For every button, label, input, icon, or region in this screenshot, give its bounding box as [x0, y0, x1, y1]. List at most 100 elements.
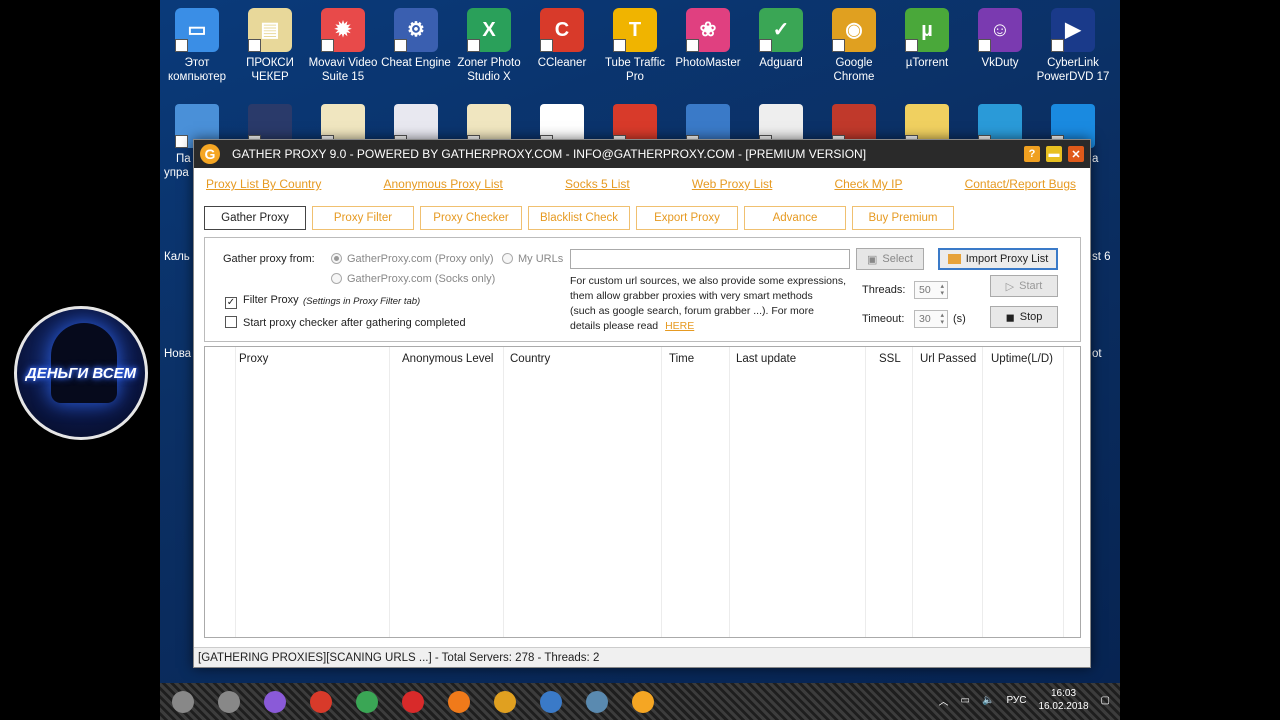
- desktop-icon[interactable]: ☺ VkDuty: [963, 8, 1037, 70]
- grid-column-divider: [912, 347, 913, 637]
- volume-icon[interactable]: 🔈: [982, 695, 994, 706]
- taskbar-app-icon[interactable]: [264, 690, 286, 713]
- col-header-url-passed[interactable]: Url Passed: [920, 353, 976, 365]
- help-icon[interactable]: ?: [1024, 146, 1040, 162]
- col-header-anonymous-level[interactable]: Anonymous Level: [402, 353, 493, 365]
- tab-blacklist-check[interactable]: Blacklist Check: [528, 206, 630, 230]
- clock[interactable]: 16:03 16.02.2018: [1038, 687, 1088, 713]
- desktop-partial-label[interactable]: а: [1092, 153, 1098, 165]
- tab-proxy-filter[interactable]: Proxy Filter: [312, 206, 414, 230]
- stop-button-label: Stop: [1019, 311, 1043, 323]
- app-shortcut-icon: ◉: [832, 8, 876, 52]
- taskbar-app-icon[interactable]: [540, 690, 562, 713]
- close-button[interactable]: ✕: [1068, 146, 1084, 162]
- link-web-proxy[interactable]: Web Proxy List: [692, 177, 772, 191]
- minimize-button[interactable]: ▬: [1046, 146, 1062, 162]
- start-checker-label: Start proxy checker after gathering comp…: [243, 317, 466, 329]
- radio-gatherproxy-socks[interactable]: GatherProxy.com (Socks only): [331, 273, 495, 285]
- desktop-icon[interactable]: C CCleaner: [525, 8, 599, 70]
- link-proxy-by-country[interactable]: Proxy List By Country: [206, 177, 321, 191]
- import-proxy-button[interactable]: Import Proxy List: [938, 248, 1058, 270]
- gather-from-label: Gather proxy from:: [223, 253, 315, 265]
- grid-column-divider: [661, 347, 662, 637]
- tab-proxy-checker[interactable]: Proxy Checker: [420, 206, 522, 230]
- taskbar-app-icon[interactable]: [356, 690, 378, 713]
- desktop-partial-label[interactable]: Каль: [164, 251, 190, 263]
- radio-gatherproxy-http[interactable]: GatherProxy.com (Proxy only): [331, 253, 494, 265]
- grid-column-divider: [865, 347, 866, 637]
- start-checker-checkbox[interactable]: Start proxy checker after gathering comp…: [225, 316, 466, 329]
- desktop-icon[interactable]: T Tube Traffic Pro: [598, 8, 672, 84]
- taskbar-app-icon[interactable]: [494, 690, 516, 713]
- col-header-last-update[interactable]: Last update: [736, 353, 796, 365]
- tab-advance[interactable]: Advance: [744, 206, 846, 230]
- desktop-partial-label[interactable]: Нова: [164, 348, 191, 360]
- timeout-spinner[interactable]: 30 ▴ ▾: [914, 310, 948, 328]
- taskbar-app-icon[interactable]: [448, 690, 470, 713]
- language-indicator[interactable]: РУС: [1006, 695, 1026, 706]
- link-contact[interactable]: Contact/Report Bugs: [965, 177, 1076, 191]
- help-here-link[interactable]: HERE: [665, 320, 694, 332]
- taskbar-icons: [160, 690, 666, 713]
- network-icon[interactable]: ▭: [961, 695, 970, 706]
- desktop-icon[interactable]: ▤ ПРОКСИ ЧЕКЕР: [233, 8, 307, 84]
- url-input[interactable]: [570, 249, 850, 269]
- col-header-country[interactable]: Country: [510, 353, 550, 365]
- threads-spinner[interactable]: 50 ▴ ▾: [914, 281, 948, 299]
- col-header-uptime[interactable]: Uptime(L/D): [991, 353, 1053, 365]
- select-button[interactable]: ▣ Select: [856, 248, 924, 270]
- status-text: [GATHERING PROXIES][SCANING URLS ...] - …: [198, 651, 600, 664]
- radio-label: My URLs: [518, 253, 564, 265]
- desktop-icon[interactable]: µ µTorrent: [890, 8, 964, 70]
- tab-export-proxy[interactable]: Export Proxy: [636, 206, 738, 230]
- taskbar-app-icon[interactable]: [586, 690, 608, 713]
- desktop-icon[interactable]: X Zoner Photo Studio X: [452, 8, 526, 84]
- app-shortcut-icon: ✹: [321, 8, 365, 52]
- start-button-label: Start: [1019, 280, 1043, 292]
- link-check-my-ip[interactable]: Check My IP: [834, 177, 902, 191]
- desktop-icon[interactable]: ✹ Movavi Video Suite 15: [306, 8, 380, 84]
- system-tray: ︿ ▭ 🔈 РУС 16:03 16.02.2018 ▢: [939, 687, 1110, 713]
- tray-chevron-icon[interactable]: ︿: [939, 693, 949, 708]
- help-text: (such as google search, forum grabber ..…: [570, 305, 814, 317]
- radio-my-urls[interactable]: My URLs: [502, 253, 563, 265]
- start-button[interactable]: ▷ Start: [990, 275, 1058, 297]
- desktop-icon-label: Adguard: [759, 57, 803, 69]
- taskbar: ︿ ▭ 🔈 РУС 16:03 16.02.2018 ▢: [160, 683, 1120, 720]
- desktop-icon[interactable]: ✓ Adguard: [744, 8, 818, 70]
- desktop-partial-label[interactable]: Па: [176, 153, 191, 165]
- desktop-icon[interactable]: ▶ CyberLink PowerDVD 17: [1036, 8, 1110, 84]
- taskbar-app-icon[interactable]: [402, 690, 424, 713]
- link-anonymous-proxy[interactable]: Anonymous Proxy List: [384, 177, 503, 191]
- app-shortcut-icon: ⚙: [394, 8, 438, 52]
- tab-buy-premium[interactable]: Buy Premium: [852, 206, 954, 230]
- filter-proxy-checkbox[interactable]: ✓ Filter Proxy: [225, 294, 299, 309]
- desktop-icon[interactable]: ◉ Google Chrome: [817, 8, 891, 84]
- desktop-icon-label: Google Chrome: [833, 57, 875, 83]
- tab-gather-proxy[interactable]: Gather Proxy: [204, 206, 306, 230]
- desktop-partial-label[interactable]: упра: [164, 167, 189, 179]
- desktop-partial-label[interactable]: ot: [1092, 348, 1102, 360]
- taskbar-app-icon[interactable]: [632, 690, 654, 713]
- col-header-ssl[interactable]: SSL: [879, 353, 901, 365]
- desktop-icon-label: Этот компьютер: [168, 57, 226, 83]
- link-socks5[interactable]: Socks 5 List: [565, 177, 630, 191]
- desktop-icon[interactable]: ⚙ Cheat Engine: [379, 8, 453, 70]
- app-shortcut-icon: ▶: [1051, 8, 1095, 52]
- checkbox-check-icon: ✓: [225, 297, 237, 309]
- taskbar-app-icon[interactable]: [172, 690, 194, 713]
- help-text: them allow grabber proxies with very sma…: [570, 290, 813, 302]
- stop-button[interactable]: ◼ Stop: [990, 306, 1058, 328]
- title-bar[interactable]: G GATHER PROXY 9.0 - POWERED BY GATHERPR…: [194, 140, 1090, 168]
- desktop-partial-label[interactable]: st 6: [1092, 251, 1111, 263]
- proxy-results-grid[interactable]: Proxy Anonymous Level Country Time Last …: [204, 346, 1081, 638]
- desktop-icon[interactable]: ❀ PhotoMaster: [671, 8, 745, 70]
- col-header-time[interactable]: Time: [669, 353, 694, 365]
- grid-header: Proxy Anonymous Level Country Time Last …: [205, 347, 1080, 371]
- notifications-icon[interactable]: ▢: [1101, 695, 1110, 706]
- desktop-icon[interactable]: ▭ Этот компьютер: [160, 8, 234, 84]
- app-shortcut-icon: ❀: [686, 8, 730, 52]
- col-header-proxy[interactable]: Proxy: [239, 353, 268, 365]
- taskbar-app-icon[interactable]: [218, 690, 240, 713]
- taskbar-app-icon[interactable]: [310, 690, 332, 713]
